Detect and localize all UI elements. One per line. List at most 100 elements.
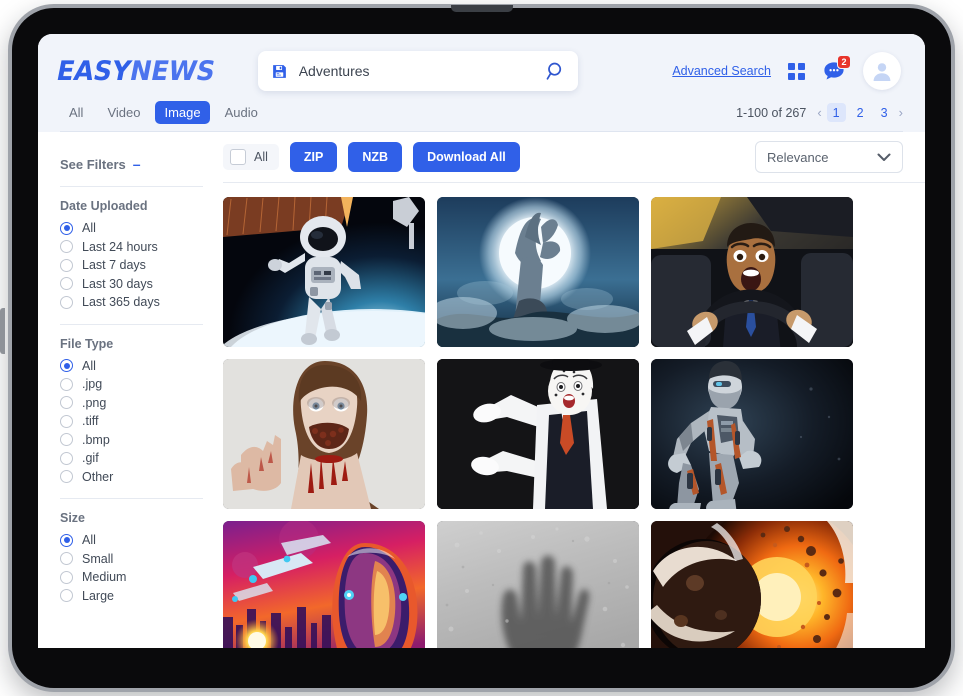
- result-thumbnail-astronaut-spacewalk[interactable]: [223, 197, 425, 348]
- result-thumbnail-retro-sci-fi-astronaut[interactable]: [223, 521, 425, 648]
- logo-text-secondary: NEWS: [127, 55, 218, 87]
- result-thumbnail-exploding-planet[interactable]: [651, 521, 853, 648]
- result-thumbnail-zombie-hand-moon[interactable]: [437, 197, 639, 348]
- chat-notification-badge: 2: [837, 55, 851, 69]
- image-results-grid: [223, 183, 925, 648]
- see-filters-label: See Filters: [60, 156, 126, 172]
- radio-icon[interactable]: [60, 433, 73, 447]
- grid-cell: [798, 62, 805, 70]
- filter-option-size-medium[interactable]: Medium: [60, 568, 203, 587]
- radio-icon[interactable]: [60, 533, 73, 547]
- radio-icon[interactable]: [60, 552, 73, 566]
- filter-option-size-all[interactable]: All: [60, 531, 203, 550]
- page-button-2[interactable]: 2: [851, 103, 870, 122]
- search-icon[interactable]: [546, 61, 566, 81]
- radio-icon[interactable]: [60, 221, 73, 235]
- tab-all[interactable]: All: [60, 101, 92, 124]
- filter-option-filetype-gif[interactable]: .gif: [60, 449, 203, 468]
- next-page-button[interactable]: ›: [899, 105, 903, 120]
- filter-group-title: Date Uploaded: [60, 199, 148, 213]
- tablet-bezel: EASYNEWS Adventures Advanced Search 2 Al…: [0, 5, 951, 688]
- prev-page-button[interactable]: ‹: [817, 105, 821, 120]
- filter-option-filetype-bmp[interactable]: .bmp: [60, 431, 203, 450]
- filter-option-size-small[interactable]: Small: [60, 550, 203, 569]
- header-actions: Advanced Search 2: [672, 52, 903, 90]
- header-top-row: EASYNEWS Adventures Advanced Search 2: [54, 48, 903, 94]
- select-all-label: All: [254, 150, 268, 165]
- results-content: All ZIP NZB Download All Relevance: [223, 132, 925, 648]
- filter-group-title: Size: [60, 511, 86, 525]
- sort-dropdown[interactable]: Relevance: [755, 141, 903, 174]
- page-button-3[interactable]: 3: [875, 103, 894, 122]
- device-side-button[interactable]: [0, 308, 5, 354]
- search-input-value[interactable]: Adventures: [299, 63, 546, 79]
- zip-button[interactable]: ZIP: [289, 142, 338, 173]
- radio-icon[interactable]: [60, 396, 73, 410]
- download-all-button[interactable]: Download All: [413, 142, 520, 173]
- result-thumbnail-kneeling-robot[interactable]: [651, 359, 853, 510]
- filter-option-label: .tiff: [82, 414, 99, 429]
- advanced-search-link[interactable]: Advanced Search: [672, 64, 771, 78]
- tab-audio[interactable]: Audio: [216, 101, 267, 124]
- radio-icon[interactable]: [60, 258, 73, 272]
- radio-icon[interactable]: [60, 277, 73, 291]
- radio-icon[interactable]: [60, 414, 73, 428]
- filter-option-label: .jpg: [82, 377, 103, 392]
- tab-image[interactable]: Image: [155, 101, 210, 124]
- chat-icon[interactable]: 2: [822, 55, 851, 82]
- easynews-logo[interactable]: EASYNEWS: [54, 56, 218, 87]
- chevron-down-icon[interactable]: [877, 153, 891, 162]
- filter-option-label: Large: [82, 588, 114, 603]
- filter-option-date-24h[interactable]: Last 24 hours: [60, 238, 203, 257]
- result-thumbnail-screaming-driver[interactable]: [651, 197, 853, 348]
- filter-group-title: File Type: [60, 336, 114, 351]
- media-type-tabs: All Video Image Audio: [60, 101, 267, 124]
- avatar[interactable]: [863, 52, 901, 90]
- radio-icon[interactable]: [60, 470, 73, 484]
- tab-video[interactable]: Video: [98, 101, 149, 124]
- radio-icon[interactable]: [60, 570, 73, 584]
- collapse-icon[interactable]: –: [133, 156, 141, 172]
- page-button-1[interactable]: 1: [826, 103, 846, 122]
- nzb-button[interactable]: NZB: [348, 142, 403, 173]
- filter-option-label: .gif: [82, 451, 99, 466]
- radio-icon[interactable]: [60, 451, 73, 465]
- filter-option-date-30d[interactable]: Last 30 days: [60, 275, 203, 294]
- pagination: 1-100 of 267 ‹ 1 2 3 ›: [736, 103, 903, 122]
- radio-icon[interactable]: [60, 359, 73, 373]
- filter-option-filetype-all[interactable]: All: [60, 357, 203, 376]
- search-bar[interactable]: Adventures: [257, 51, 578, 91]
- radio-icon[interactable]: [60, 295, 73, 309]
- filter-option-date-7d[interactable]: Last 7 days: [60, 256, 203, 275]
- radio-icon[interactable]: [60, 589, 73, 603]
- filter-option-label: .png: [82, 395, 107, 410]
- filter-group-file-type: File Type All .jpg .png .tiff .bmp .gif …: [60, 323, 203, 499]
- filter-option-size-large[interactable]: Large: [60, 587, 203, 606]
- radio-icon[interactable]: [60, 377, 73, 391]
- result-thumbnail-hand-behind-frosted-glass[interactable]: [437, 521, 639, 648]
- select-all-checkbox[interactable]: [230, 149, 246, 166]
- grid-view-icon[interactable]: [788, 62, 805, 80]
- result-thumbnail-mime-performer[interactable]: [437, 359, 639, 510]
- see-filters-toggle[interactable]: See Filters –: [60, 156, 223, 172]
- filter-option-date-365d[interactable]: Last 365 days: [60, 293, 203, 312]
- radio-icon[interactable]: [60, 240, 73, 254]
- filter-group-date-uploaded: Date Uploaded All Last 24 hours Last 7 d…: [60, 186, 203, 324]
- result-thumbnail-zombie-woman[interactable]: [223, 359, 425, 510]
- results-toolbar: All ZIP NZB Download All Relevance: [223, 132, 925, 184]
- filter-option-label: Medium: [82, 570, 127, 585]
- app-header: EASYNEWS Adventures Advanced Search 2 Al…: [38, 34, 925, 132]
- filter-option-date-all[interactable]: All: [60, 219, 203, 238]
- filter-option-filetype-tiff[interactable]: .tiff: [60, 412, 203, 431]
- save-search-icon[interactable]: [271, 63, 288, 80]
- filters-sidebar: See Filters – Date Uploaded All Last 24 …: [38, 132, 223, 648]
- filter-option-filetype-png[interactable]: .png: [60, 394, 203, 413]
- front-camera-notch: [450, 5, 513, 12]
- sort-value: Relevance: [767, 149, 829, 165]
- tablet-device-frame: EASYNEWS Adventures Advanced Search 2 Al…: [0, 4, 955, 692]
- filter-option-filetype-jpg[interactable]: .jpg: [60, 375, 203, 394]
- app-screen: EASYNEWS Adventures Advanced Search 2 Al…: [38, 34, 925, 648]
- result-count: 1-100 of 267: [736, 105, 807, 120]
- filter-option-filetype-other[interactable]: Other: [60, 468, 203, 487]
- select-all-control[interactable]: All: [223, 144, 279, 171]
